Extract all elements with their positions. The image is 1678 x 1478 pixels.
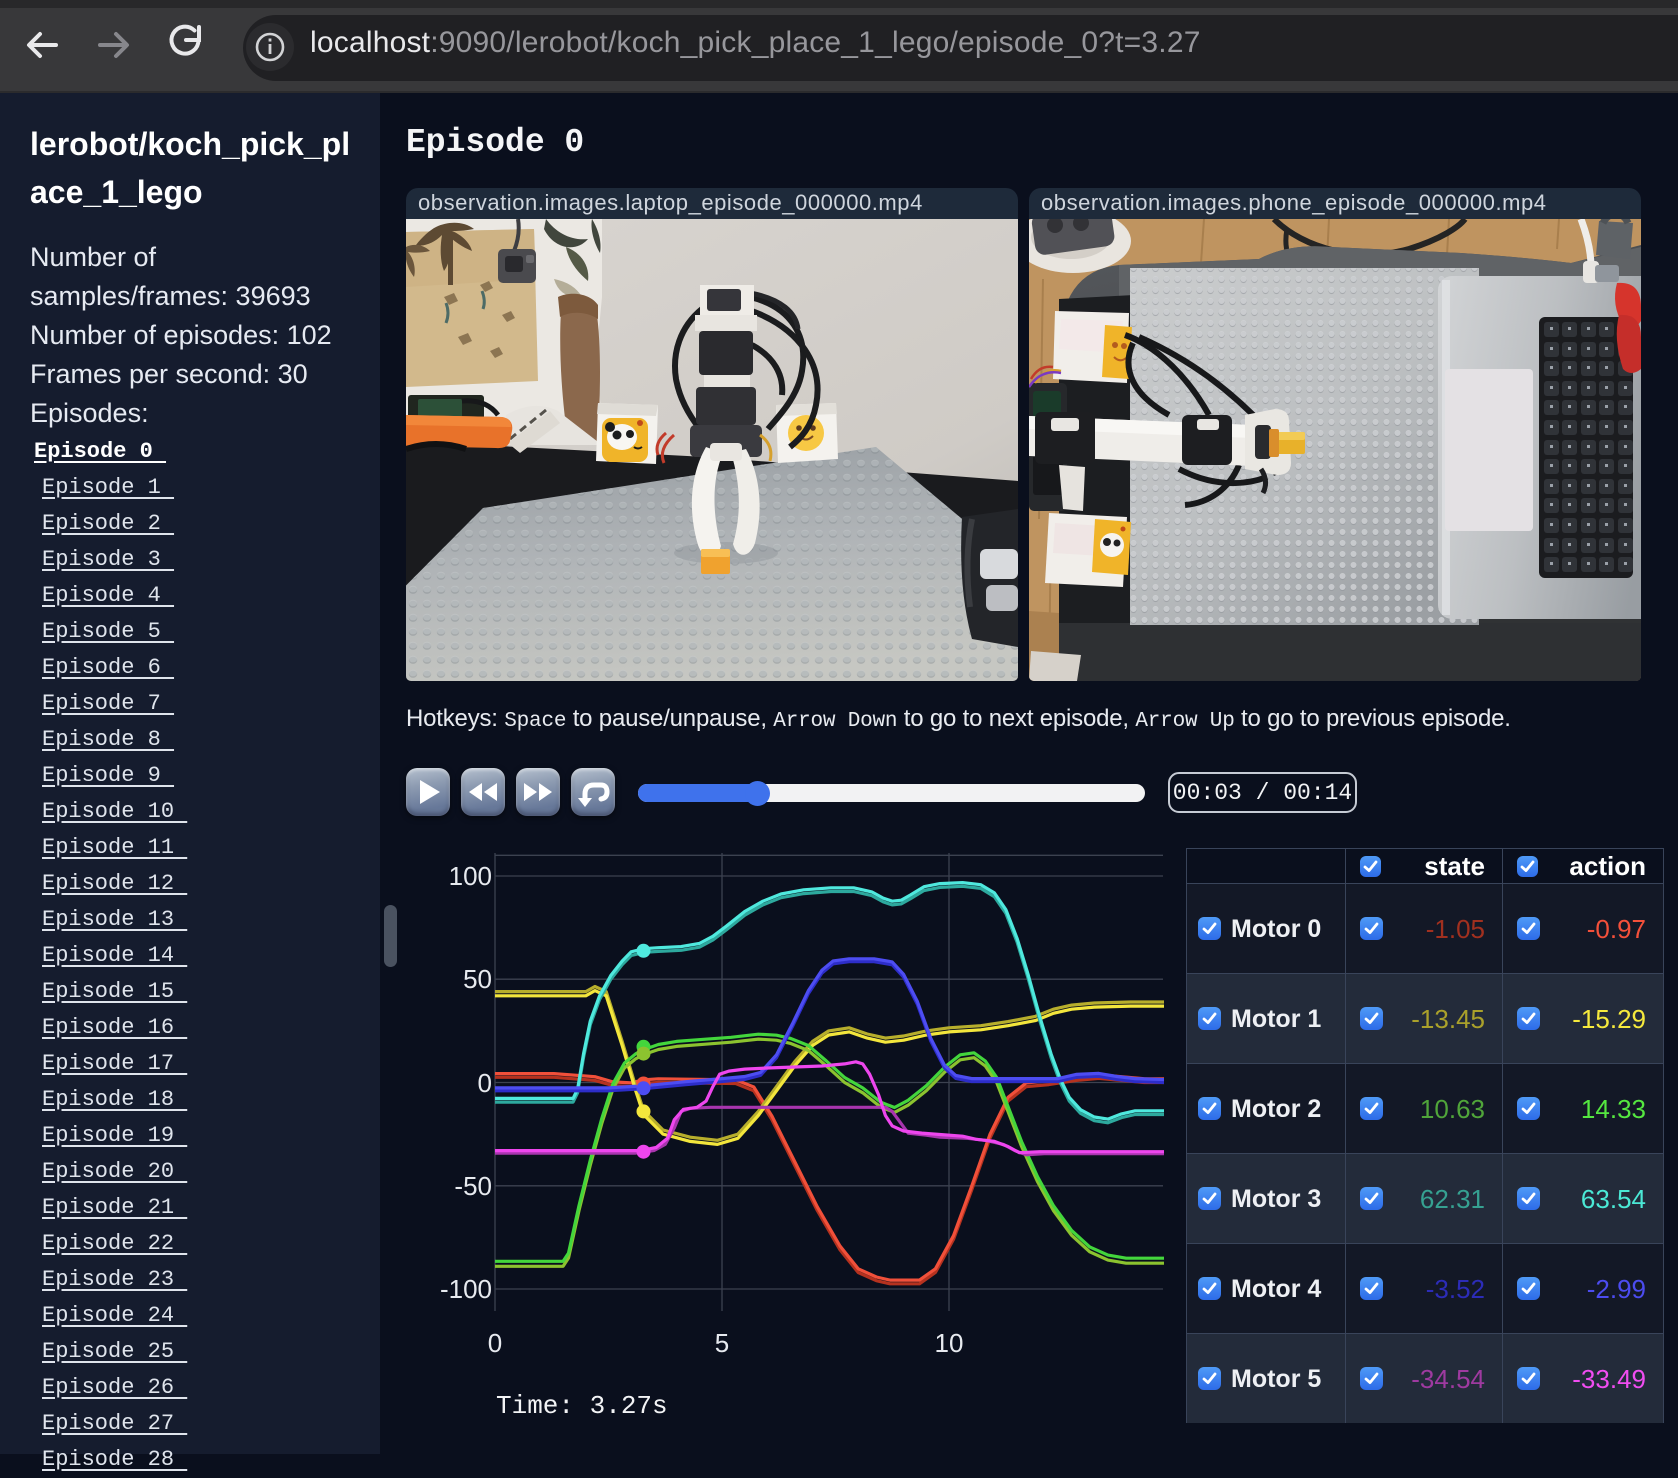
svg-text:5: 5 bbox=[715, 1328, 729, 1358]
svg-text:-100: -100 bbox=[440, 1274, 492, 1304]
svg-text:0: 0 bbox=[478, 1068, 492, 1098]
svg-text:0: 0 bbox=[488, 1328, 502, 1358]
svg-text:100: 100 bbox=[449, 861, 492, 891]
svg-text:50: 50 bbox=[463, 964, 492, 994]
svg-text:10: 10 bbox=[935, 1328, 964, 1358]
svg-text:-50: -50 bbox=[454, 1171, 492, 1201]
svg-text:Time: 3.27s: Time: 3.27s bbox=[496, 1391, 668, 1421]
